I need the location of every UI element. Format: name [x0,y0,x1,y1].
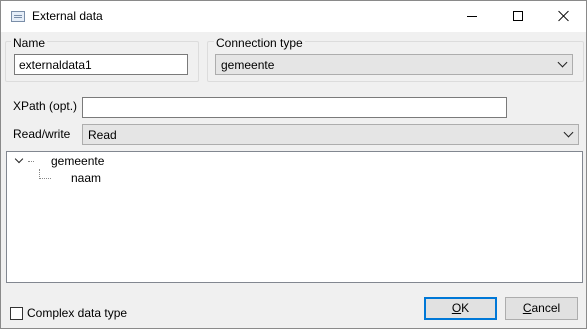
window-title: External data [32,9,103,23]
name-group-label: Name [11,36,48,50]
xpath-label: XPath (opt.) [13,99,78,113]
read-write-value: Read [88,128,117,142]
connection-type-group-label: Connection type [214,36,305,50]
tree-node-gemeente[interactable]: gemeente [51,154,104,168]
app-icon [11,11,25,22]
name-input[interactable]: externaldata1 [14,54,188,75]
read-write-label: Read/write [13,127,71,141]
connection-type-select[interactable]: gemeente [215,54,573,75]
xpath-input[interactable] [82,97,507,118]
title-bar[interactable]: External data [1,1,586,32]
dialog-window: External data Name externaldata1 Connect… [0,0,587,329]
chevron-down-icon [563,127,574,138]
cancel-label-rest: ancel [531,301,561,315]
tree-node-naam[interactable]: naam [71,171,101,185]
ok-hotkey-letter: O [451,301,462,315]
ok-button[interactable]: OK [424,297,497,320]
cancel-button[interactable]: Cancel [505,297,578,320]
data-tree[interactable]: gemeente naam [6,151,583,283]
maximize-icon [512,11,523,21]
connection-type-value: gemeente [221,58,275,72]
tree-connector-line [28,161,34,162]
close-icon [558,10,570,22]
complex-data-type-label[interactable]: Complex data type [27,306,127,320]
minimize-icon [466,15,477,17]
minimize-button[interactable] [449,1,494,31]
chevron-down-icon [557,57,568,68]
close-button[interactable] [541,1,586,31]
tree-collapse-chevron-icon[interactable] [14,154,24,164]
maximize-button[interactable] [495,1,540,31]
tree-connector-line [39,178,51,179]
read-write-select[interactable]: Read [82,124,579,145]
ok-label-rest: K [461,301,470,315]
complex-data-type-checkbox[interactable] [10,307,23,320]
